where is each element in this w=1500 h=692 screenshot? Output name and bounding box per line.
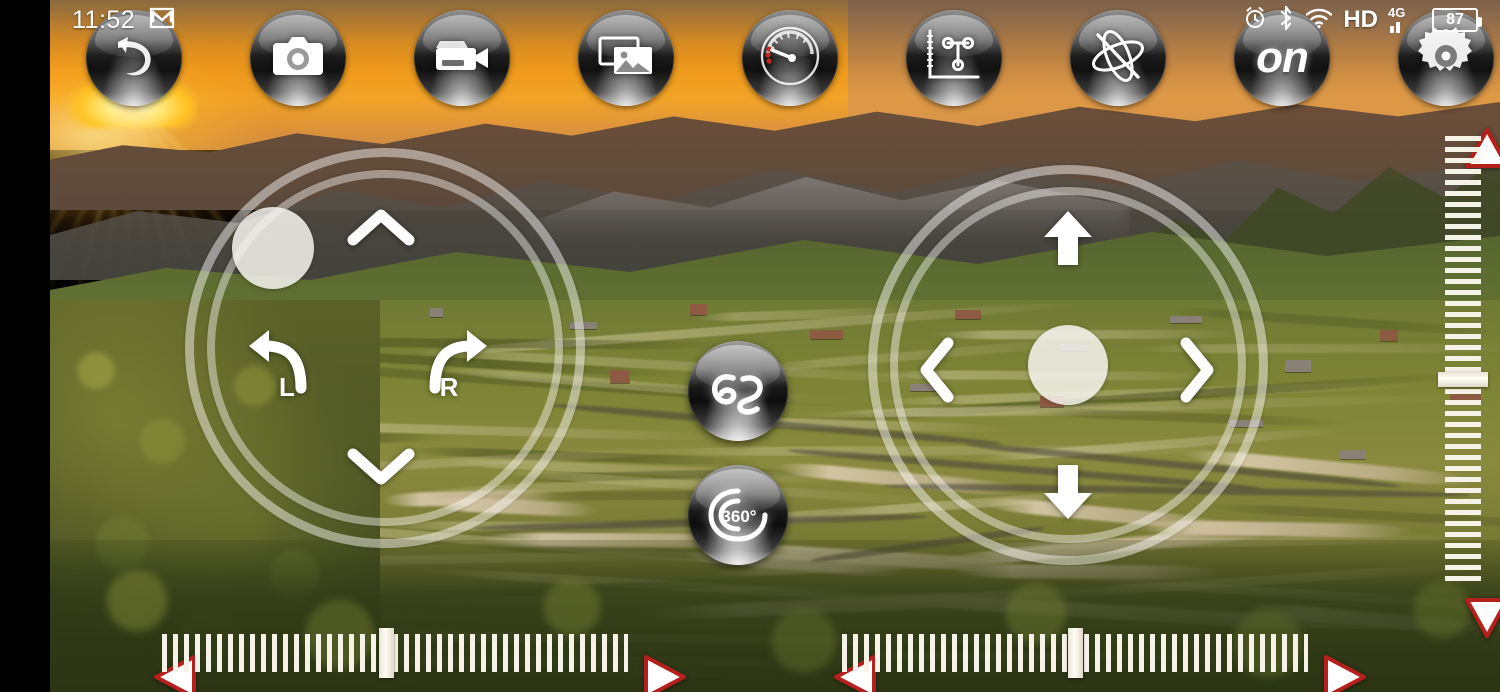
- svg-text:360°: 360°: [721, 507, 756, 526]
- throttle-yaw-joystick[interactable]: L R: [185, 148, 585, 548]
- return-button[interactable]: [86, 10, 182, 106]
- left-stick-rotate-left[interactable]: L: [243, 326, 313, 403]
- return-arrow-icon: [106, 28, 162, 89]
- left-trim-handle[interactable]: [379, 628, 394, 678]
- gimbal-pitch-handle[interactable]: [1438, 372, 1488, 387]
- gallery-button[interactable]: [578, 10, 674, 106]
- telemetry-button[interactable]: [742, 10, 838, 106]
- settings-button[interactable]: [1398, 10, 1494, 106]
- right-stick-knob[interactable]: [1028, 325, 1108, 405]
- right-stick-right-arrow[interactable]: [1176, 337, 1218, 408]
- photo-button[interactable]: [250, 10, 346, 106]
- left-stick-rotate-right[interactable]: R: [423, 326, 493, 403]
- top-toolbar: on: [50, 8, 1500, 108]
- drone-axes-icon: [924, 27, 984, 90]
- gear-icon: [1415, 25, 1477, 92]
- gimbal-pitch-slider[interactable]: [1432, 126, 1494, 596]
- flight-curve-icon: [707, 365, 769, 417]
- right-stick-left-arrow[interactable]: [916, 337, 958, 408]
- svg-text:R: R: [440, 372, 459, 398]
- gyro-orbit-icon: [1087, 26, 1149, 91]
- left-stick-down-arrow[interactable]: [347, 446, 415, 493]
- drone-controller-screen: 11:52 HD 4G 87 on L R 360°: [0, 0, 1500, 692]
- left-trim-track[interactable]: [162, 634, 628, 672]
- gallery-icon: [598, 34, 654, 83]
- power-toggle[interactable]: on: [1234, 10, 1330, 106]
- svg-text:L: L: [279, 372, 295, 398]
- left-trim-slider[interactable]: [150, 622, 640, 684]
- right-trim-slider[interactable]: [830, 622, 1320, 684]
- right-trim-track[interactable]: [842, 634, 1308, 672]
- right-stick-up-arrow[interactable]: [1040, 207, 1096, 272]
- gauge-icon: [758, 24, 822, 93]
- gyro-button[interactable]: [1070, 10, 1166, 106]
- video-button[interactable]: [414, 10, 510, 106]
- camera-icon: [271, 33, 325, 84]
- spin-360-button[interactable]: 360°: [688, 465, 788, 565]
- pitch-roll-joystick[interactable]: [868, 165, 1268, 565]
- right-trim-handle[interactable]: [1068, 628, 1083, 678]
- video-camera-icon: [433, 35, 491, 82]
- calibration-button[interactable]: [906, 10, 1002, 106]
- right-stick-down-arrow[interactable]: [1040, 463, 1096, 528]
- spin-360-icon: 360°: [705, 485, 771, 545]
- flight-path-button[interactable]: [688, 341, 788, 441]
- gimbal-pitch-track[interactable]: [1445, 136, 1481, 586]
- left-stick-up-arrow[interactable]: [347, 206, 415, 253]
- left-stick-knob[interactable]: [232, 207, 314, 289]
- power-text-icon: on: [1256, 33, 1308, 83]
